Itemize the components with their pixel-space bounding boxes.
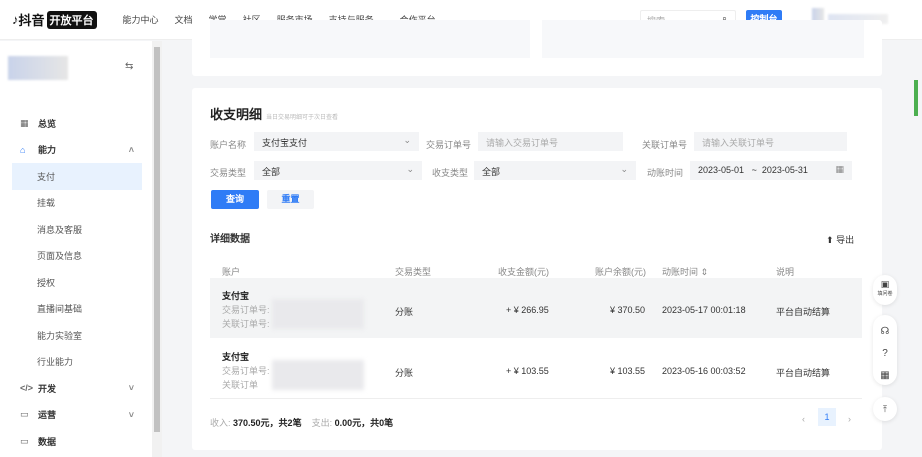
- sidebar-scrollbar[interactable]: [152, 41, 162, 457]
- sidebar-item-label: 行业能力: [37, 357, 74, 368]
- table-row[interactable]: 支付宝 交易订单号: 关联订单 分账 + ¥ 103.55 ¥ 103.55 2…: [210, 339, 862, 399]
- sidebar-item[interactable]: ▦ 总览: [0, 110, 152, 137]
- sidebar-item-label: 能力实验室: [37, 330, 83, 341]
- sidebar-item[interactable]: 消息及客服: [0, 216, 152, 243]
- code-icon: </>: [20, 383, 34, 394]
- page-scrollbar[interactable]: [914, 80, 918, 116]
- switch-icon[interactable]: ⇆: [125, 61, 133, 72]
- sidebar-item-label: 授权: [37, 277, 56, 288]
- export-button[interactable]: ⬆ 导出: [826, 233, 854, 246]
- redacted-order-number: [272, 360, 364, 390]
- page-title: 收支明细 当日交易明细可于次日查看: [210, 107, 339, 122]
- help-toolbar: ☊? ▦: [873, 315, 897, 385]
- next-page-button[interactable]: ›: [848, 414, 851, 424]
- summary-card: [192, 20, 882, 76]
- monitor-icon: ▭: [20, 409, 29, 420]
- qrcode-icon[interactable]: ▦: [873, 365, 897, 387]
- order-label: 交易订单号:: [222, 305, 270, 315]
- amount: + ¥ 266.95: [506, 305, 549, 315]
- account-name: 支付宝: [222, 352, 250, 362]
- chevron-down-icon: ˅: [128, 383, 134, 394]
- sort-time-header[interactable]: 动账时间 ⇕: [662, 265, 708, 278]
- chevron-down-icon: ⌄: [403, 135, 411, 145]
- sidebar-item[interactable]: 支付: [12, 163, 142, 190]
- balance: ¥ 103.55: [610, 366, 646, 376]
- chevron-up-icon: ˄: [128, 144, 134, 155]
- sidebar-item-label: 支付: [37, 171, 56, 182]
- amount: + ¥ 103.55: [506, 366, 549, 376]
- account-name: 支付宝: [222, 291, 250, 301]
- sort-icon: ⇕: [700, 267, 709, 277]
- trade-type-select[interactable]: 全部 ⌄: [254, 161, 422, 180]
- sidebar-item[interactable]: 授权: [0, 269, 152, 296]
- summary-footer: 收入: 370.50元，共2笔 支出: 0.00元，共0笔: [210, 418, 394, 428]
- order-number-input[interactable]: 请输入交易订单号: [478, 132, 623, 151]
- trade-type: 分账: [395, 368, 414, 378]
- sidebar-item[interactable]: 能力实验室: [0, 322, 152, 349]
- account-avatar[interactable]: [8, 56, 68, 80]
- back-to-top-button[interactable]: ⤒: [873, 397, 897, 421]
- related-label: 关联订单号:: [222, 319, 270, 329]
- export-icon: ⬆: [826, 235, 834, 245]
- help-icon[interactable]: ?: [873, 343, 897, 365]
- sidebar-item-label: 页面及信息: [37, 251, 83, 262]
- time: 2023-05-16 00:03:52: [662, 366, 746, 376]
- io-type-select[interactable]: 全部 ⌄: [474, 161, 636, 180]
- trade-type: 分账: [395, 307, 414, 317]
- sidebar-item[interactable]: 行业能力: [0, 349, 152, 376]
- related-label: 关联订单: [222, 380, 259, 390]
- sidebar-item-label: 能力: [38, 145, 57, 156]
- logo[interactable]: ♪ 抖音 开放平台: [12, 10, 97, 29]
- sidebar-item-label: 开发: [38, 383, 57, 394]
- time: 2023-05-17 00:01:18: [662, 305, 746, 315]
- questionnaire-button[interactable]: ▣ 填问卷: [873, 275, 897, 305]
- sidebar-item-label: 总览: [38, 118, 57, 129]
- chart-icon: ▣: [880, 279, 890, 289]
- sidebar: ⇆ ▦ 总览 ⌂ 能力 ˄ 支付挂载消息及客服页面及信息授权直播间基础能力实验室行业能力 <…: [0, 41, 152, 457]
- sidebar-item-label: 直播间基础: [37, 304, 83, 315]
- monitor-icon: ▭: [20, 435, 29, 446]
- sidebar-item-label: 挂载: [37, 198, 56, 209]
- nav-item[interactable]: 能力中心: [123, 13, 159, 26]
- nav-item[interactable]: 文档: [175, 13, 193, 26]
- query-button[interactable]: 查询: [211, 190, 259, 209]
- sidebar-item-label: 消息及客服: [37, 224, 83, 235]
- page-1-button[interactable]: 1: [818, 408, 836, 426]
- sidebar-item[interactable]: </> 开发 ˅: [0, 375, 152, 402]
- account-select[interactable]: 支付宝支付 ⌄: [254, 132, 419, 151]
- sidebar-item-label: 运营: [38, 410, 57, 421]
- sidebar-item[interactable]: ▭ 运营 ˅: [0, 402, 152, 429]
- sidebar-item[interactable]: 直播间基础: [0, 296, 152, 323]
- table-row[interactable]: 支付宝 交易订单号: 关联订单号: 分账 + ¥ 266.95 ¥ 370.50…: [210, 278, 862, 338]
- chevron-down-icon: ⌄: [620, 164, 628, 174]
- related-order-input[interactable]: 请输入关联订单号: [694, 132, 847, 151]
- capability-icon: ⌂: [20, 144, 26, 155]
- prev-page-button[interactable]: ‹: [802, 414, 805, 424]
- grid-icon: ▦: [20, 117, 29, 128]
- redacted-order-number: [272, 299, 364, 329]
- sidebar-item[interactable]: 挂载: [0, 190, 152, 217]
- sidebar-item[interactable]: ⌂ 能力 ˄: [0, 137, 152, 164]
- chevron-down-icon: ˅: [128, 409, 134, 420]
- reset-button[interactable]: 重置: [267, 190, 314, 209]
- chevron-down-icon: ⌄: [406, 164, 414, 174]
- balance: ¥ 370.50: [610, 305, 646, 315]
- detail-title: 详细数据: [210, 234, 250, 245]
- sidebar-item-label: 数据: [38, 436, 57, 447]
- date-range-picker[interactable]: 2023-05-01 ~ 2023-05-31 ▦: [690, 161, 852, 180]
- calendar-icon: ▦: [835, 164, 844, 174]
- headset-icon[interactable]: ☊: [873, 321, 897, 343]
- transactions-card: 收支明细 当日交易明细可于次日查看 账户名称 支付宝支付 ⌄ 交易订单号 请输入交易…: [192, 88, 882, 450]
- note: 平台自动结算: [776, 307, 831, 317]
- order-label: 交易订单号:: [222, 366, 270, 376]
- note: 平台自动结算: [776, 368, 831, 378]
- sidebar-item[interactable]: ▭ 数据: [0, 428, 152, 455]
- sidebar-item[interactable]: 页面及信息: [0, 243, 152, 270]
